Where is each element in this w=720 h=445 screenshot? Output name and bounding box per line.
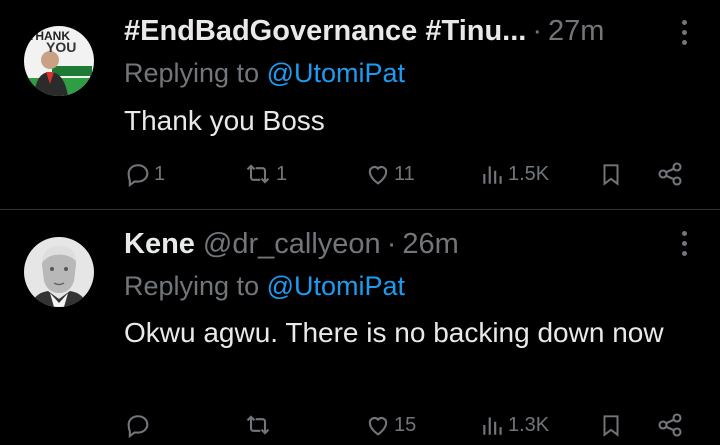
- repost-icon: [246, 415, 270, 435]
- views-count: 1.5K: [508, 162, 550, 185]
- tweet-header: #EndBadGovernance #Tinu... · 27m: [124, 12, 660, 50]
- like-button[interactable]: 11: [364, 158, 415, 190]
- heart-icon: [368, 166, 388, 185]
- separator-dot: ·: [532, 15, 543, 47]
- more-icon[interactable]: [678, 20, 690, 48]
- repost-button[interactable]: [242, 409, 276, 441]
- like-count: 11: [394, 162, 415, 185]
- mention-link[interactable]: @UtomiPat: [267, 58, 405, 88]
- action-bar: 15 1.3K: [124, 409, 694, 441]
- share-icon: [658, 413, 682, 437]
- timestamp[interactable]: 26m: [402, 225, 458, 263]
- like-button[interactable]: 15: [364, 409, 416, 441]
- reply-button[interactable]: [124, 409, 154, 441]
- avatar[interactable]: [24, 237, 94, 307]
- bookmark-button[interactable]: [598, 409, 624, 441]
- views-button[interactable]: 1.5K: [480, 158, 549, 190]
- reply-button[interactable]: 1: [124, 158, 165, 190]
- more-icon[interactable]: [678, 231, 690, 259]
- avatar-text-line-2: YOU: [46, 39, 76, 55]
- views-button[interactable]: 1.3K: [480, 409, 549, 441]
- reply-count: 1: [154, 162, 166, 185]
- user-handle[interactable]: @dr_callyeon: [203, 225, 381, 263]
- replying-label: Replying to: [124, 271, 260, 301]
- views-icon: [483, 417, 502, 435]
- timestamp[interactable]: 27m: [548, 12, 604, 50]
- views-icon: [483, 166, 502, 184]
- separator-dot: ·: [386, 228, 397, 260]
- avatar-image: THANK YOU: [24, 26, 94, 96]
- replying-to: Replying to @UtomiPat: [124, 269, 405, 303]
- tweet-text: Okwu agwu. There is no backing down now: [124, 317, 664, 348]
- display-name[interactable]: #EndBadGovernance #Tinu...: [124, 12, 526, 50]
- avatar[interactable]: THANK YOU: [24, 26, 94, 96]
- bookmark-icon: [603, 164, 619, 186]
- display-name[interactable]: Kene: [124, 225, 195, 263]
- share-button[interactable]: [656, 158, 684, 190]
- tweet[interactable]: Kene @dr_callyeon · 26m Replying to @Uto…: [0, 211, 720, 445]
- bookmark-button[interactable]: [598, 158, 624, 190]
- bookmark-icon: [603, 415, 619, 437]
- tweet-text: Thank you Boss: [124, 105, 325, 136]
- divider: [0, 209, 720, 210]
- share-button[interactable]: [656, 409, 684, 441]
- share-icon: [658, 162, 682, 186]
- action-bar: 1 1 11 1.5K: [124, 158, 694, 190]
- repost-button[interactable]: 1: [242, 158, 287, 190]
- reply-icon: [127, 164, 149, 188]
- replying-to: Replying to @UtomiPat: [124, 56, 405, 90]
- repost-count: 1: [276, 162, 288, 185]
- heart-icon: [368, 417, 388, 436]
- like-count: 15: [394, 413, 417, 436]
- views-count: 1.3K: [508, 413, 550, 436]
- replying-label: Replying to: [124, 58, 260, 88]
- repost-icon: [246, 164, 270, 184]
- reply-icon: [127, 415, 149, 439]
- tweet[interactable]: THANK YOU #EndBadGovernance #Tinu... · 2…: [0, 0, 720, 210]
- mention-link[interactable]: @UtomiPat: [267, 271, 405, 301]
- avatar-image: [24, 237, 94, 307]
- tweet-header: Kene @dr_callyeon · 26m: [124, 225, 660, 263]
